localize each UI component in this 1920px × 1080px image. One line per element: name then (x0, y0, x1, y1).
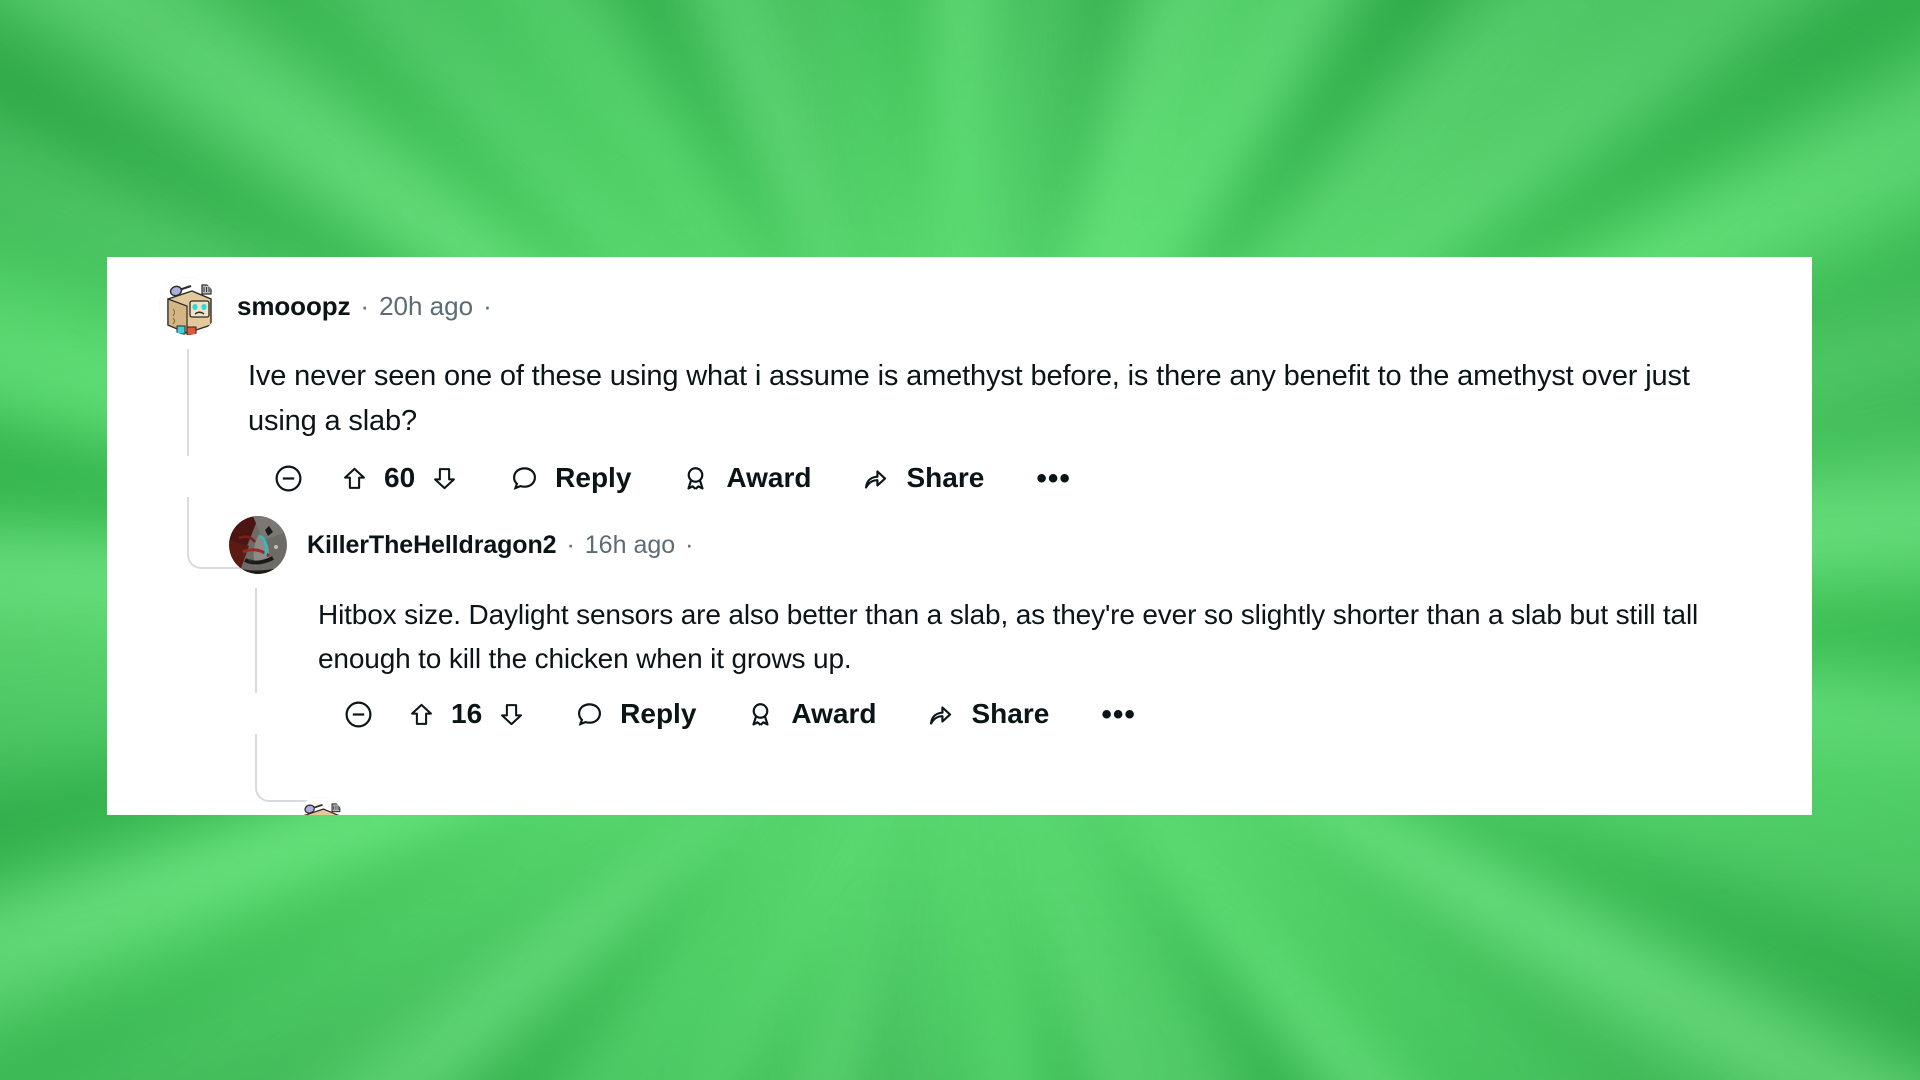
comment-2-meta: KillerTheHelldragon2 · 16h ago · (307, 531, 693, 560)
robot-snoo-icon (159, 277, 217, 335)
upvote-arrow-icon (411, 703, 432, 725)
comment-2-timestamp: 16h ago (584, 530, 676, 559)
thread-curve-comment-2 (255, 734, 317, 802)
share-arrow-icon (930, 705, 952, 725)
comment-3-avatar[interactable] (295, 797, 345, 815)
comment-1-separator: · (360, 290, 370, 321)
comment-1-action-bar: 60 Reply Award Share ••• (273, 462, 1812, 494)
more-options-button-2[interactable]: ••• (1101, 697, 1136, 731)
circle-minus-icon (275, 465, 302, 491)
downvote-arrow-icon (434, 467, 456, 489)
more-options-label-1: ••• (1036, 461, 1071, 495)
comment-2-score: 16 (451, 698, 483, 729)
downvote-button-2[interactable] (498, 701, 525, 728)
comment-1-trailing-separator: · (483, 290, 492, 321)
comment-2-header: KillerTheHelldragon2 · 16h ago · (107, 516, 1812, 574)
robot-snoo-icon (295, 797, 345, 815)
circle-minus-icon (345, 701, 372, 727)
comment-1-meta: smooopz · 20h ago · (237, 291, 492, 322)
comment-1-vote-group: 60 (341, 462, 458, 494)
comment-3-header (107, 797, 1812, 815)
award-medal-icon (752, 702, 770, 726)
collapse-thread-button-2[interactable] (343, 699, 374, 730)
award-button-1[interactable]: Award (681, 462, 811, 494)
upvote-arrow-icon (344, 467, 365, 489)
share-button-1[interactable]: Share (861, 462, 984, 494)
downvote-arrow-icon (501, 703, 523, 725)
award-button-2[interactable]: Award (746, 698, 876, 730)
share-arrow-icon (865, 469, 887, 489)
comment-bubble-icon (578, 702, 602, 726)
reply-label-2: Reply (620, 698, 697, 729)
comment-thread-card: smooopz · 20h ago · Ive never seen one o… (107, 257, 1812, 815)
comment-bubble-icon (513, 466, 537, 490)
comment-1-username[interactable]: smooopz (237, 291, 351, 322)
upvote-button-2[interactable] (408, 701, 435, 728)
comment-3 (107, 797, 1812, 815)
award-medal-icon (687, 466, 705, 490)
comment-1-timestamp: 20h ago (379, 290, 474, 321)
upvote-button-1[interactable] (341, 465, 368, 492)
collapse-thread-button-1[interactable] (273, 463, 304, 494)
comment-2-action-bar: 16 Reply Award Share ••• (343, 698, 1812, 730)
reply-label-1: Reply (555, 462, 632, 493)
comment-2-avatar[interactable] (229, 516, 287, 574)
more-options-button-1[interactable]: ••• (1036, 461, 1071, 495)
award-label-2: Award (791, 698, 877, 729)
award-label-1: Award (726, 462, 812, 493)
comment-2-trailing-separator: · (685, 530, 694, 559)
comment-1-header: smooopz · 20h ago · (107, 257, 1812, 335)
comment-2-separator: · (566, 530, 575, 559)
dark-red-dragon-avatar-icon (229, 516, 287, 574)
thread-line-comment-1 (187, 349, 189, 456)
share-label-1: Share (906, 462, 985, 493)
comment-1: smooopz · 20h ago · Ive never seen one o… (107, 257, 1812, 569)
comment-2-vote-group: 16 (408, 698, 525, 730)
downvote-button-1[interactable] (431, 465, 458, 492)
comment-1-avatar[interactable] (159, 277, 217, 335)
comment-1-body: Ive never seen one of these using what i… (248, 360, 1690, 437)
comment-1-score: 60 (384, 462, 416, 493)
share-label-2: Share (971, 698, 1050, 729)
reply-button-2[interactable]: Reply (575, 698, 696, 730)
more-options-label-2: ••• (1101, 697, 1136, 731)
share-button-2[interactable]: Share (926, 698, 1049, 730)
reply-button-1[interactable]: Reply (510, 462, 631, 494)
comment-2-body: Hitbox size. Daylight sensors are also b… (318, 599, 1699, 674)
comment-2: KillerTheHelldragon2 · 16h ago · Hitbox … (107, 516, 1812, 802)
comment-2-username[interactable]: KillerTheHelldragon2 (307, 531, 557, 560)
thread-line-comment-2 (255, 588, 257, 693)
